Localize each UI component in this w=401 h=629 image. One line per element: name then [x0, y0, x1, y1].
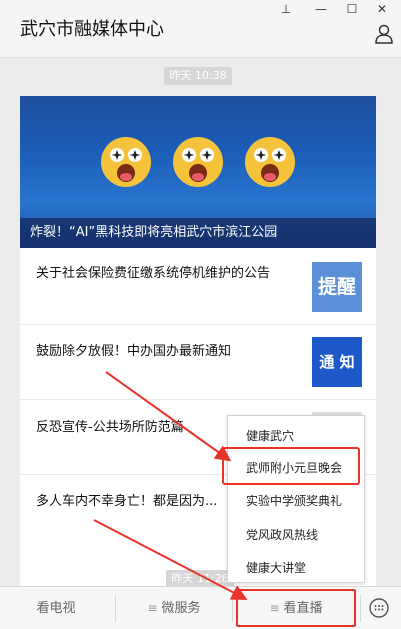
tab-divider [360, 595, 361, 622]
menu-item-health-wuxue[interactable]: 健康武穴 [246, 427, 294, 444]
maximize-icon[interactable]: ☐ [342, 1, 362, 17]
tab-highlight-box [236, 589, 356, 627]
menu-lines-icon: ≡ [147, 601, 158, 615]
news-title[interactable]: 关于社会保险费征缴系统停机维护的公告 [36, 262, 270, 281]
menu-item-award-ceremony[interactable]: 实验中学颁奖典礼 [246, 492, 342, 509]
tab-micro-service[interactable]: ≡ 微服务 [116, 587, 232, 629]
surprised-emoji-icon [245, 137, 295, 187]
menu-item-health-lecture[interactable]: 健康大讲堂 [246, 559, 306, 576]
news-item[interactable]: 关于社会保险费征缴系统停机维护的公告 提醒 [20, 248, 376, 324]
surprised-emoji-icon [173, 137, 223, 187]
banner-caption[interactable]: 炸裂！“AI”黑科技即将亮相武穴市滨江公园 [20, 218, 376, 248]
banner-image[interactable]: 炸裂！“AI”黑科技即将亮相武穴市滨江公园 [20, 96, 376, 248]
tab-label: 微服务 [161, 601, 201, 616]
keyboard-toggle-icon[interactable] [368, 597, 390, 619]
title-bar: 武穴市融媒体中心 ⊥ — ☐ ✕ [0, 0, 401, 58]
menu-item-hotline[interactable]: 党风政风热线 [246, 526, 318, 543]
user-profile-icon[interactable] [374, 24, 394, 44]
app-title: 武穴市融媒体中心 [20, 19, 164, 40]
news-title[interactable]: 多人车内不幸身亡！都是因为... [36, 490, 217, 509]
close-icon[interactable]: ✕ [372, 1, 392, 17]
news-thumbnail[interactable]: 通 知 [312, 337, 362, 387]
menu-item-highlight-box [222, 447, 360, 485]
news-thumbnail[interactable]: 提醒 [312, 262, 362, 312]
tab-watch-tv[interactable]: 看电视 [0, 587, 112, 629]
tab-label: 看电视 [36, 601, 76, 616]
minimize-icon[interactable]: — [311, 1, 331, 17]
news-title[interactable]: 鼓励除夕放假！中办国办最新通知 [36, 340, 231, 359]
timestamp-top: 昨天 10:38 [164, 67, 232, 85]
news-item[interactable]: 鼓励除夕放假！中办国办最新通知 通 知 [20, 324, 376, 399]
live-stream-popup-menu: 健康武穴 武师附小元旦晚会 实验中学颁奖典礼 党风政风热线 健康大讲堂 [227, 415, 365, 583]
pin-icon[interactable]: ⊥ [276, 1, 296, 17]
surprised-emoji-icon [101, 137, 151, 187]
news-title[interactable]: 反恐宣传-公共场所防范篇 [36, 416, 184, 435]
